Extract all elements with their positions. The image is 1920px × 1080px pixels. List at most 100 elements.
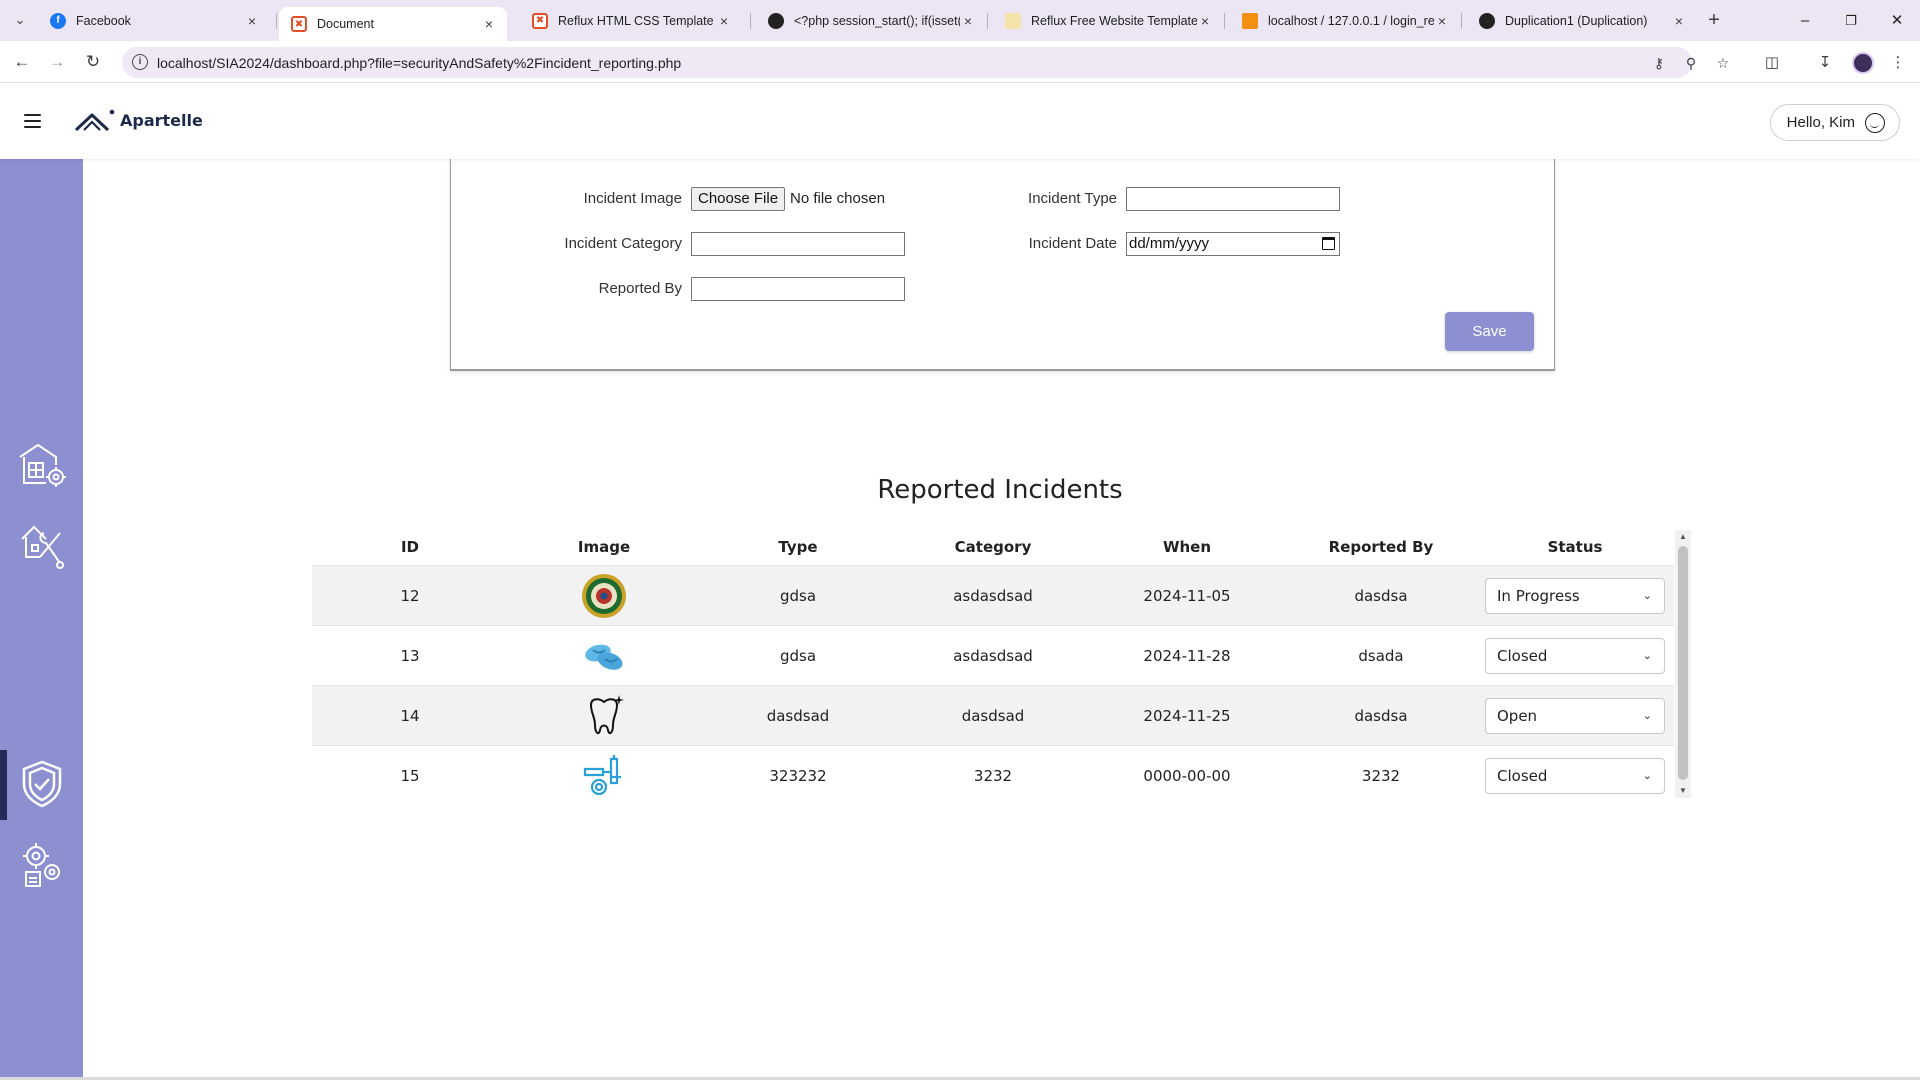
scroll-down-arrow-icon[interactable]: ▼ — [1675, 784, 1691, 798]
seal-logo-image[interactable] — [581, 573, 627, 619]
forward-icon[interactable]: → — [44, 50, 70, 76]
status-select[interactable]: In Progress ⌄ — [1485, 578, 1665, 614]
url-omnibox[interactable]: i localhost/SIA2024/dashboard.php?file=s… — [122, 47, 1729, 78]
tab-document[interactable]: ✖ Document × — [279, 7, 507, 41]
plumbing-image[interactable] — [581, 753, 627, 798]
profile-avatar[interactable] — [1852, 52, 1874, 74]
new-tab-button[interactable]: + — [1702, 9, 1726, 33]
table-row: 13 gdsa asdasdsad 2024-11-28 dsada Close… — [312, 625, 1674, 685]
column-header-reported-by: Reported By — [1328, 538, 1434, 556]
tab-search-icon[interactable]: ⌄ — [10, 10, 30, 30]
tab-separator — [1224, 13, 1225, 29]
table-scrollbar[interactable]: ▲ ▼ — [1675, 530, 1691, 798]
site-info-icon[interactable]: i — [132, 54, 148, 70]
tab-separator — [750, 13, 751, 29]
phpmyadmin-icon — [1242, 12, 1258, 29]
cell-id: 15 — [400, 767, 420, 785]
close-icon[interactable]: × — [960, 13, 976, 29]
choose-file-button[interactable]: Choose File — [691, 187, 786, 211]
cell-id: 12 — [400, 587, 420, 605]
password-key-icon[interactable]: ⚷ — [1648, 52, 1670, 74]
tab-reflux-html[interactable]: ✖ Reflux HTML CSS Template × — [520, 6, 742, 35]
sidebar-active-indicator — [0, 750, 7, 820]
download-icon[interactable]: ↧ — [1812, 50, 1838, 76]
cell-reported-by: dasdsa — [1354, 587, 1408, 605]
status-value: In Progress — [1497, 587, 1580, 605]
cell-category: 3232 — [973, 767, 1013, 785]
sidebar-item-security-safety[interactable] — [14, 756, 70, 812]
slippers-image[interactable] — [581, 633, 627, 679]
tab-phpmyadmin[interactable]: localhost / 127.0.0.1 / login_reg × — [1230, 6, 1460, 35]
back-icon[interactable]: ← — [9, 50, 35, 76]
scrollbar-thumb[interactable] — [1678, 546, 1688, 780]
cell-type: dasdsad — [766, 707, 830, 725]
restore-button[interactable]: ❐ — [1828, 0, 1874, 41]
reported-by-label: Reported By — [598, 280, 682, 297]
cell-type: 323232 — [769, 767, 827, 785]
column-header-category: Category — [954, 538, 1032, 556]
tab-separator — [1461, 13, 1462, 29]
sidebar-item-maintenance[interactable] — [14, 517, 70, 573]
status-select[interactable]: Closed ⌄ — [1485, 758, 1665, 794]
status-value: Open — [1497, 707, 1538, 725]
close-icon[interactable]: × — [1197, 13, 1213, 29]
tab-reflux-free[interactable]: Reflux Free Website Template | × — [993, 6, 1223, 35]
tooth-image[interactable] — [581, 693, 627, 739]
incident-type-label: Incident Type — [1028, 190, 1117, 207]
save-button[interactable]: Save — [1445, 312, 1534, 351]
extensions-icon[interactable]: ◫ — [1759, 50, 1785, 76]
tab-title: Reflux Free Website Template | — [1031, 13, 1197, 28]
chevron-down-icon: ⌄ — [1642, 709, 1652, 722]
no-file-chosen-text: No file chosen — [790, 190, 886, 207]
cell-type: gdsa — [779, 587, 817, 605]
chevron-down-icon: ⌄ — [1642, 769, 1652, 782]
close-icon[interactable]: × — [1434, 13, 1450, 29]
column-header-image: Image — [577, 538, 631, 556]
close-icon[interactable]: × — [1671, 13, 1687, 29]
close-icon[interactable]: × — [716, 13, 732, 29]
brand-logo[interactable]: Apartelle — [74, 106, 203, 134]
browser-tab-bar: ⌄ f Facebook × ✖ Document × ✖ Reflux HTM… — [0, 0, 1920, 41]
cell-category: asdasdsad — [953, 647, 1033, 665]
chevron-down-icon: ⌄ — [1642, 589, 1652, 602]
cell-reported-by: dasdsa — [1354, 707, 1408, 725]
incident-type-field[interactable] — [1126, 187, 1340, 211]
tab-title: <?php session_start(); if(isset($ — [794, 13, 960, 28]
status-select[interactable]: Closed ⌄ — [1485, 638, 1665, 674]
user-greeting-button[interactable]: Hello, Kim — [1769, 104, 1900, 141]
url-text[interactable]: localhost/SIA2024/dashboard.php?file=sec… — [157, 55, 681, 71]
column-header-id: ID — [400, 538, 420, 556]
reported-by-field[interactable] — [691, 277, 905, 301]
table-row: 15 323232 3232 0000-00-00 3232 Closed ⌄ — [312, 745, 1674, 798]
status-value: Closed — [1497, 767, 1548, 785]
scroll-up-arrow-icon[interactable]: ▲ — [1675, 530, 1691, 544]
incident-category-label: Incident Category — [564, 235, 682, 252]
incident-date-field[interactable]: dd/mm/yyyy — [1126, 232, 1340, 256]
cell-id: 13 — [400, 647, 420, 665]
incident-category-field[interactable] — [691, 232, 905, 256]
browser-address-bar: ← → ↻ i localhost/SIA2024/dashboard.php?… — [0, 41, 1920, 83]
calendar-icon[interactable] — [1322, 237, 1335, 250]
table-row: 12 gdsa asdasdsad 2024-11-05 dasdsa In P… — [312, 565, 1674, 625]
browser-menu-icon[interactable]: ⋮ — [1885, 50, 1911, 76]
sidebar-item-settings[interactable] — [14, 836, 70, 892]
cell-when: 2024-11-28 — [1143, 647, 1231, 665]
minimize-button[interactable]: – — [1782, 0, 1828, 41]
zoom-icon[interactable]: ⚲ — [1680, 52, 1702, 74]
hamburger-menu-icon[interactable] — [24, 114, 41, 128]
incident-date-label: Incident Date — [1028, 235, 1117, 252]
tab-github-duplication[interactable]: Duplication1 (Duplication) × — [1467, 6, 1697, 35]
close-icon[interactable]: × — [244, 13, 260, 29]
reload-icon[interactable]: ↻ — [80, 50, 106, 76]
status-select[interactable]: Open ⌄ — [1485, 698, 1665, 734]
tab-php-code[interactable]: <?php session_start(); if(isset($ × — [756, 6, 986, 35]
tab-title: Duplication1 (Duplication) — [1505, 13, 1648, 28]
smiley-user-icon — [1865, 112, 1885, 133]
xampp-icon: ✖ — [532, 12, 548, 29]
bookmark-star-icon[interactable]: ☆ — [1712, 52, 1734, 74]
cell-reported-by: 3232 — [1361, 767, 1401, 785]
table-row: 14 dasdsad dasdsad 2024-11-25 dasdsa Ope… — [312, 685, 1674, 745]
close-icon[interactable]: × — [481, 16, 497, 32]
tab-facebook[interactable]: f Facebook × — [38, 6, 270, 35]
window-close-button[interactable]: ✕ — [1874, 0, 1920, 41]
